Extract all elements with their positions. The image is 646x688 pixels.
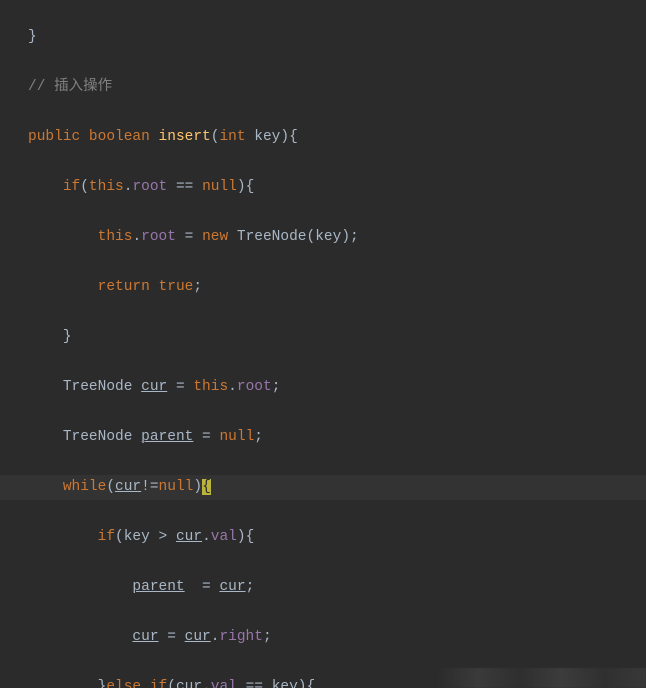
- kw-if: if: [98, 529, 115, 545]
- semi: ;: [193, 279, 202, 295]
- kw-null: null: [219, 429, 254, 445]
- kw-int: int: [219, 129, 245, 145]
- lparen: (: [80, 179, 89, 195]
- type-treenode: TreeNode: [237, 229, 307, 245]
- rparen-brace: ){: [280, 129, 297, 145]
- kw-if: if: [150, 679, 167, 688]
- op-eq: =: [167, 379, 193, 395]
- field-right: right: [219, 629, 263, 645]
- code-line: parent = cur;: [28, 575, 646, 600]
- kw-null: null: [159, 479, 194, 495]
- kw-return: return: [98, 279, 150, 295]
- op-eq: =: [176, 229, 202, 245]
- kw-boolean: boolean: [89, 129, 150, 145]
- code-line: if(this.root == null){: [28, 175, 646, 200]
- lparen: (: [106, 479, 115, 495]
- param-key: key: [254, 129, 280, 145]
- var-key: key: [272, 679, 298, 688]
- rparen-semi: );: [341, 229, 358, 245]
- code-line: }: [28, 25, 646, 50]
- code-line: if(key > cur.val){: [28, 525, 646, 550]
- dot: .: [202, 529, 211, 545]
- op-eq: =: [185, 579, 220, 595]
- op-eqeq: ==: [167, 179, 202, 195]
- kw-while: while: [63, 479, 107, 495]
- field-root: root: [237, 379, 272, 395]
- lparen: (: [167, 679, 176, 688]
- rparen-brace: ){: [237, 529, 254, 545]
- method-name: insert: [159, 129, 211, 145]
- rparen-brace: ){: [237, 179, 254, 195]
- rbrace: }: [63, 329, 72, 345]
- var-parent: parent: [141, 429, 193, 445]
- type-treenode: TreeNode: [63, 429, 133, 445]
- comment: // 插入操作: [28, 79, 112, 95]
- code-line: TreeNode parent = null;: [28, 425, 646, 450]
- watermark-smudge: [436, 668, 646, 688]
- var-cur: cur: [115, 479, 141, 495]
- type-treenode: TreeNode: [63, 379, 133, 395]
- field-root: root: [141, 229, 176, 245]
- lparen: (: [115, 529, 124, 545]
- code-line: public boolean insert(int key){: [28, 125, 646, 150]
- field-val: val: [211, 679, 237, 688]
- field-root: root: [132, 179, 167, 195]
- kw-this: this: [89, 179, 124, 195]
- op-eqeq: ==: [237, 679, 272, 688]
- brace: }: [28, 29, 37, 45]
- dot: .: [202, 679, 211, 688]
- var-parent: parent: [132, 579, 184, 595]
- var-cur: cur: [219, 579, 245, 595]
- kw-this: this: [98, 229, 133, 245]
- var-cur: cur: [141, 379, 167, 395]
- lparen: (: [307, 229, 316, 245]
- code-line: cur = cur.right;: [28, 625, 646, 650]
- rparen-brace: ){: [298, 679, 315, 688]
- semi: ;: [254, 429, 263, 445]
- op-eq: =: [193, 429, 219, 445]
- var-cur: cur: [132, 629, 158, 645]
- matched-brace: {: [202, 479, 211, 495]
- var-key: key: [124, 529, 150, 545]
- kw-new: new: [202, 229, 228, 245]
- op-gt: >: [150, 529, 176, 545]
- code-editor[interactable]: } // 插入操作 public boolean insert(int key)…: [0, 0, 646, 688]
- semi: ;: [246, 579, 255, 595]
- dot: .: [132, 229, 141, 245]
- code-line: // 插入操作: [28, 75, 646, 100]
- var-key: key: [315, 229, 341, 245]
- semi: ;: [263, 629, 272, 645]
- kw-null: null: [202, 179, 237, 195]
- kw-public: public: [28, 129, 80, 145]
- op-eq: =: [159, 629, 185, 645]
- semi: ;: [272, 379, 281, 395]
- kw-else: else: [106, 679, 141, 688]
- op-ne: !=: [141, 479, 158, 495]
- dot: .: [228, 379, 237, 395]
- var-cur: cur: [185, 629, 211, 645]
- kw-this: this: [193, 379, 228, 395]
- code-line: TreeNode cur = this.root;: [28, 375, 646, 400]
- kw-if: if: [63, 179, 80, 195]
- code-line-highlight: while(cur!=null){: [0, 475, 646, 500]
- code-line: return true;: [28, 275, 646, 300]
- kw-true: true: [159, 279, 194, 295]
- field-val: val: [211, 529, 237, 545]
- rparen: ): [193, 479, 202, 495]
- code-line: }: [28, 325, 646, 350]
- code-line: this.root = new TreeNode(key);: [28, 225, 646, 250]
- var-cur: cur: [176, 679, 202, 688]
- var-cur: cur: [176, 529, 202, 545]
